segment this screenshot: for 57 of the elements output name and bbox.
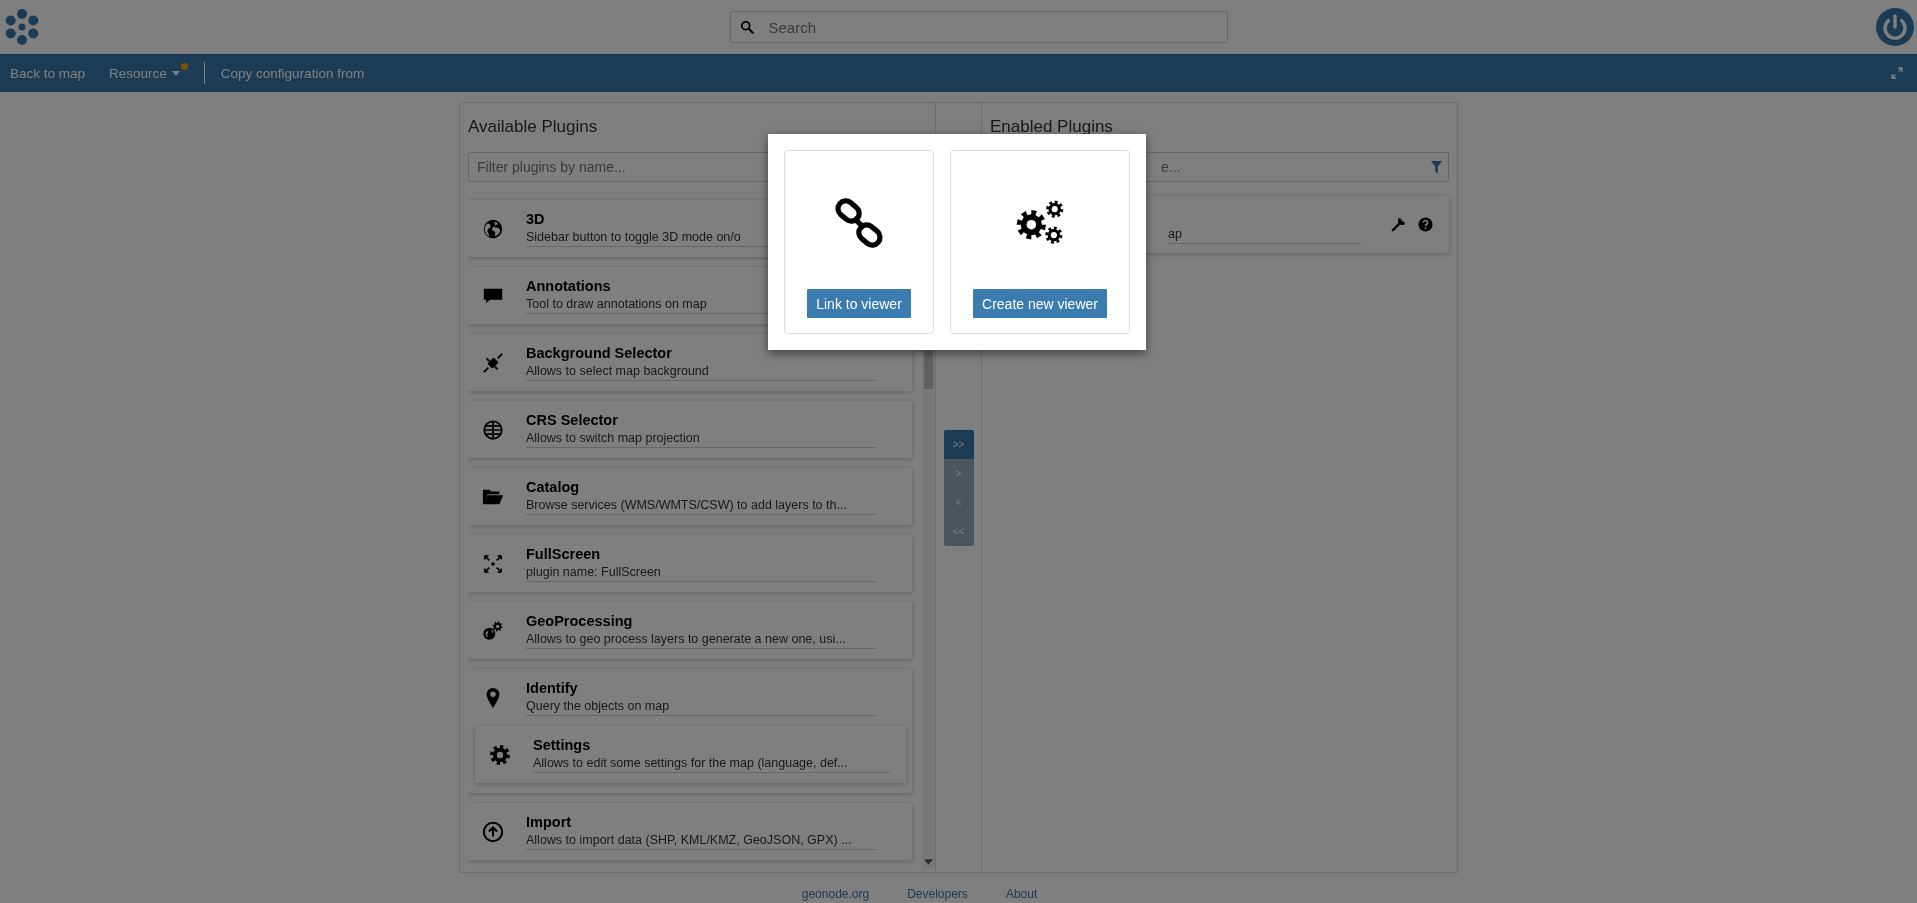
help-icon[interactable] <box>1418 217 1433 232</box>
footer-link[interactable]: Developers <box>907 887 968 901</box>
plugin-description: Allows to import data (SHP, KML/KMZ, GeoJSON, GPX) ... <box>526 832 852 847</box>
plugin-name: Background Selector <box>526 344 672 361</box>
plug-icon <box>482 351 504 374</box>
upload-icon <box>482 820 504 843</box>
plugin-name: Catalog <box>526 478 580 495</box>
plugin-name: Annotations <box>526 277 611 294</box>
filter-icon <box>1431 161 1442 174</box>
caret-icon <box>171 70 180 76</box>
plugin-description: Browse services (WMS/WMTS/CSW) to add layers to th... <box>526 497 847 512</box>
transfer-button[interactable]: >> <box>943 429 974 459</box>
plugin-description: Allows to select map background <box>526 363 709 378</box>
panel-title: Enabled Plugins <box>990 116 1114 138</box>
plugin-description: Query the objects on map <box>526 698 670 713</box>
plugin-name: Identify <box>526 679 578 696</box>
footer-link[interactable]: About <box>1005 887 1038 901</box>
grid-globe-icon <box>482 418 504 441</box>
panel-title: Available Plugins <box>468 116 599 138</box>
expand-icon[interactable] <box>1891 67 1903 79</box>
search-icon <box>739 20 754 34</box>
link-viewer-button[interactable]: Link to viewer <box>807 289 911 318</box>
plugin-name: 3D <box>526 210 545 227</box>
plugin-description: Tool to draw annotations on map <box>526 296 707 311</box>
plugin-description: plugin name: FullScreen <box>526 564 661 579</box>
plugin-card[interactable]: Background Selector Allows to select map background <box>468 334 912 391</box>
plugin-description: Sidebar button to toggle 3D mode on/o <box>526 229 741 244</box>
plugin-name: CRS Selector <box>526 411 618 428</box>
plugin-card[interactable]: Catalog Browse services (WMS/WMTS/CSW) to add layers to th... <box>468 468 912 525</box>
plugin-description: Allows to edit some settings for the map (language, def... <box>533 755 848 770</box>
search-field[interactable]: Search <box>729 11 1228 43</box>
nav-link[interactable]: Back to map <box>10 57 86 89</box>
chain-link-icon <box>833 197 885 249</box>
plugin-name: Settings <box>533 736 591 753</box>
plugin-name: Import <box>526 813 572 830</box>
plugin-card[interactable]: GeoProcessing Allows to geo process layers to generate a new one, usi... <box>468 602 912 659</box>
plugin-card[interactable]: Import Allows to import data (SHP, KML/KMZ, GeoJSON, GPX) ... <box>468 803 912 860</box>
plugin-card[interactable]: Identify Query the objects on map Settings Allows to edit some settings for the map (language, def... <box>468 669 912 793</box>
globe-icon <box>482 217 504 240</box>
create-viewer-button[interactable]: Create new viewer <box>973 289 1107 318</box>
globe-gear-icon <box>482 619 504 642</box>
gear-icon <box>489 743 511 766</box>
plugin-description: Allows to geo process layers to generate a new one, usi... <box>526 631 846 646</box>
plugin-description: ap <box>1168 227 1361 244</box>
plugin-card[interactable]: FullScreen plugin name: FullScreen <box>468 535 912 592</box>
resource-dropdown[interactable]: Resource <box>109 57 188 89</box>
plugin-card[interactable]: Settings Allows to edit some settings for the map (language, def... <box>475 726 906 783</box>
expand-arrows-icon <box>482 552 504 575</box>
plugin-card[interactable]: CRS Selector Allows to switch map projection <box>468 401 912 458</box>
wrench-icon[interactable] <box>1391 217 1406 232</box>
footer-link[interactable]: geonode.org <box>801 887 870 901</box>
nav-link[interactable]: Copy configuration from <box>220 57 365 89</box>
power-icon[interactable] <box>1875 7 1915 47</box>
plugin-description: Allows to switch map projection <box>526 430 700 445</box>
plugin-name: FullScreen <box>526 545 601 562</box>
plugin-name: GeoProcessing <box>526 612 633 629</box>
scroll-down-icon[interactable] <box>924 859 933 865</box>
